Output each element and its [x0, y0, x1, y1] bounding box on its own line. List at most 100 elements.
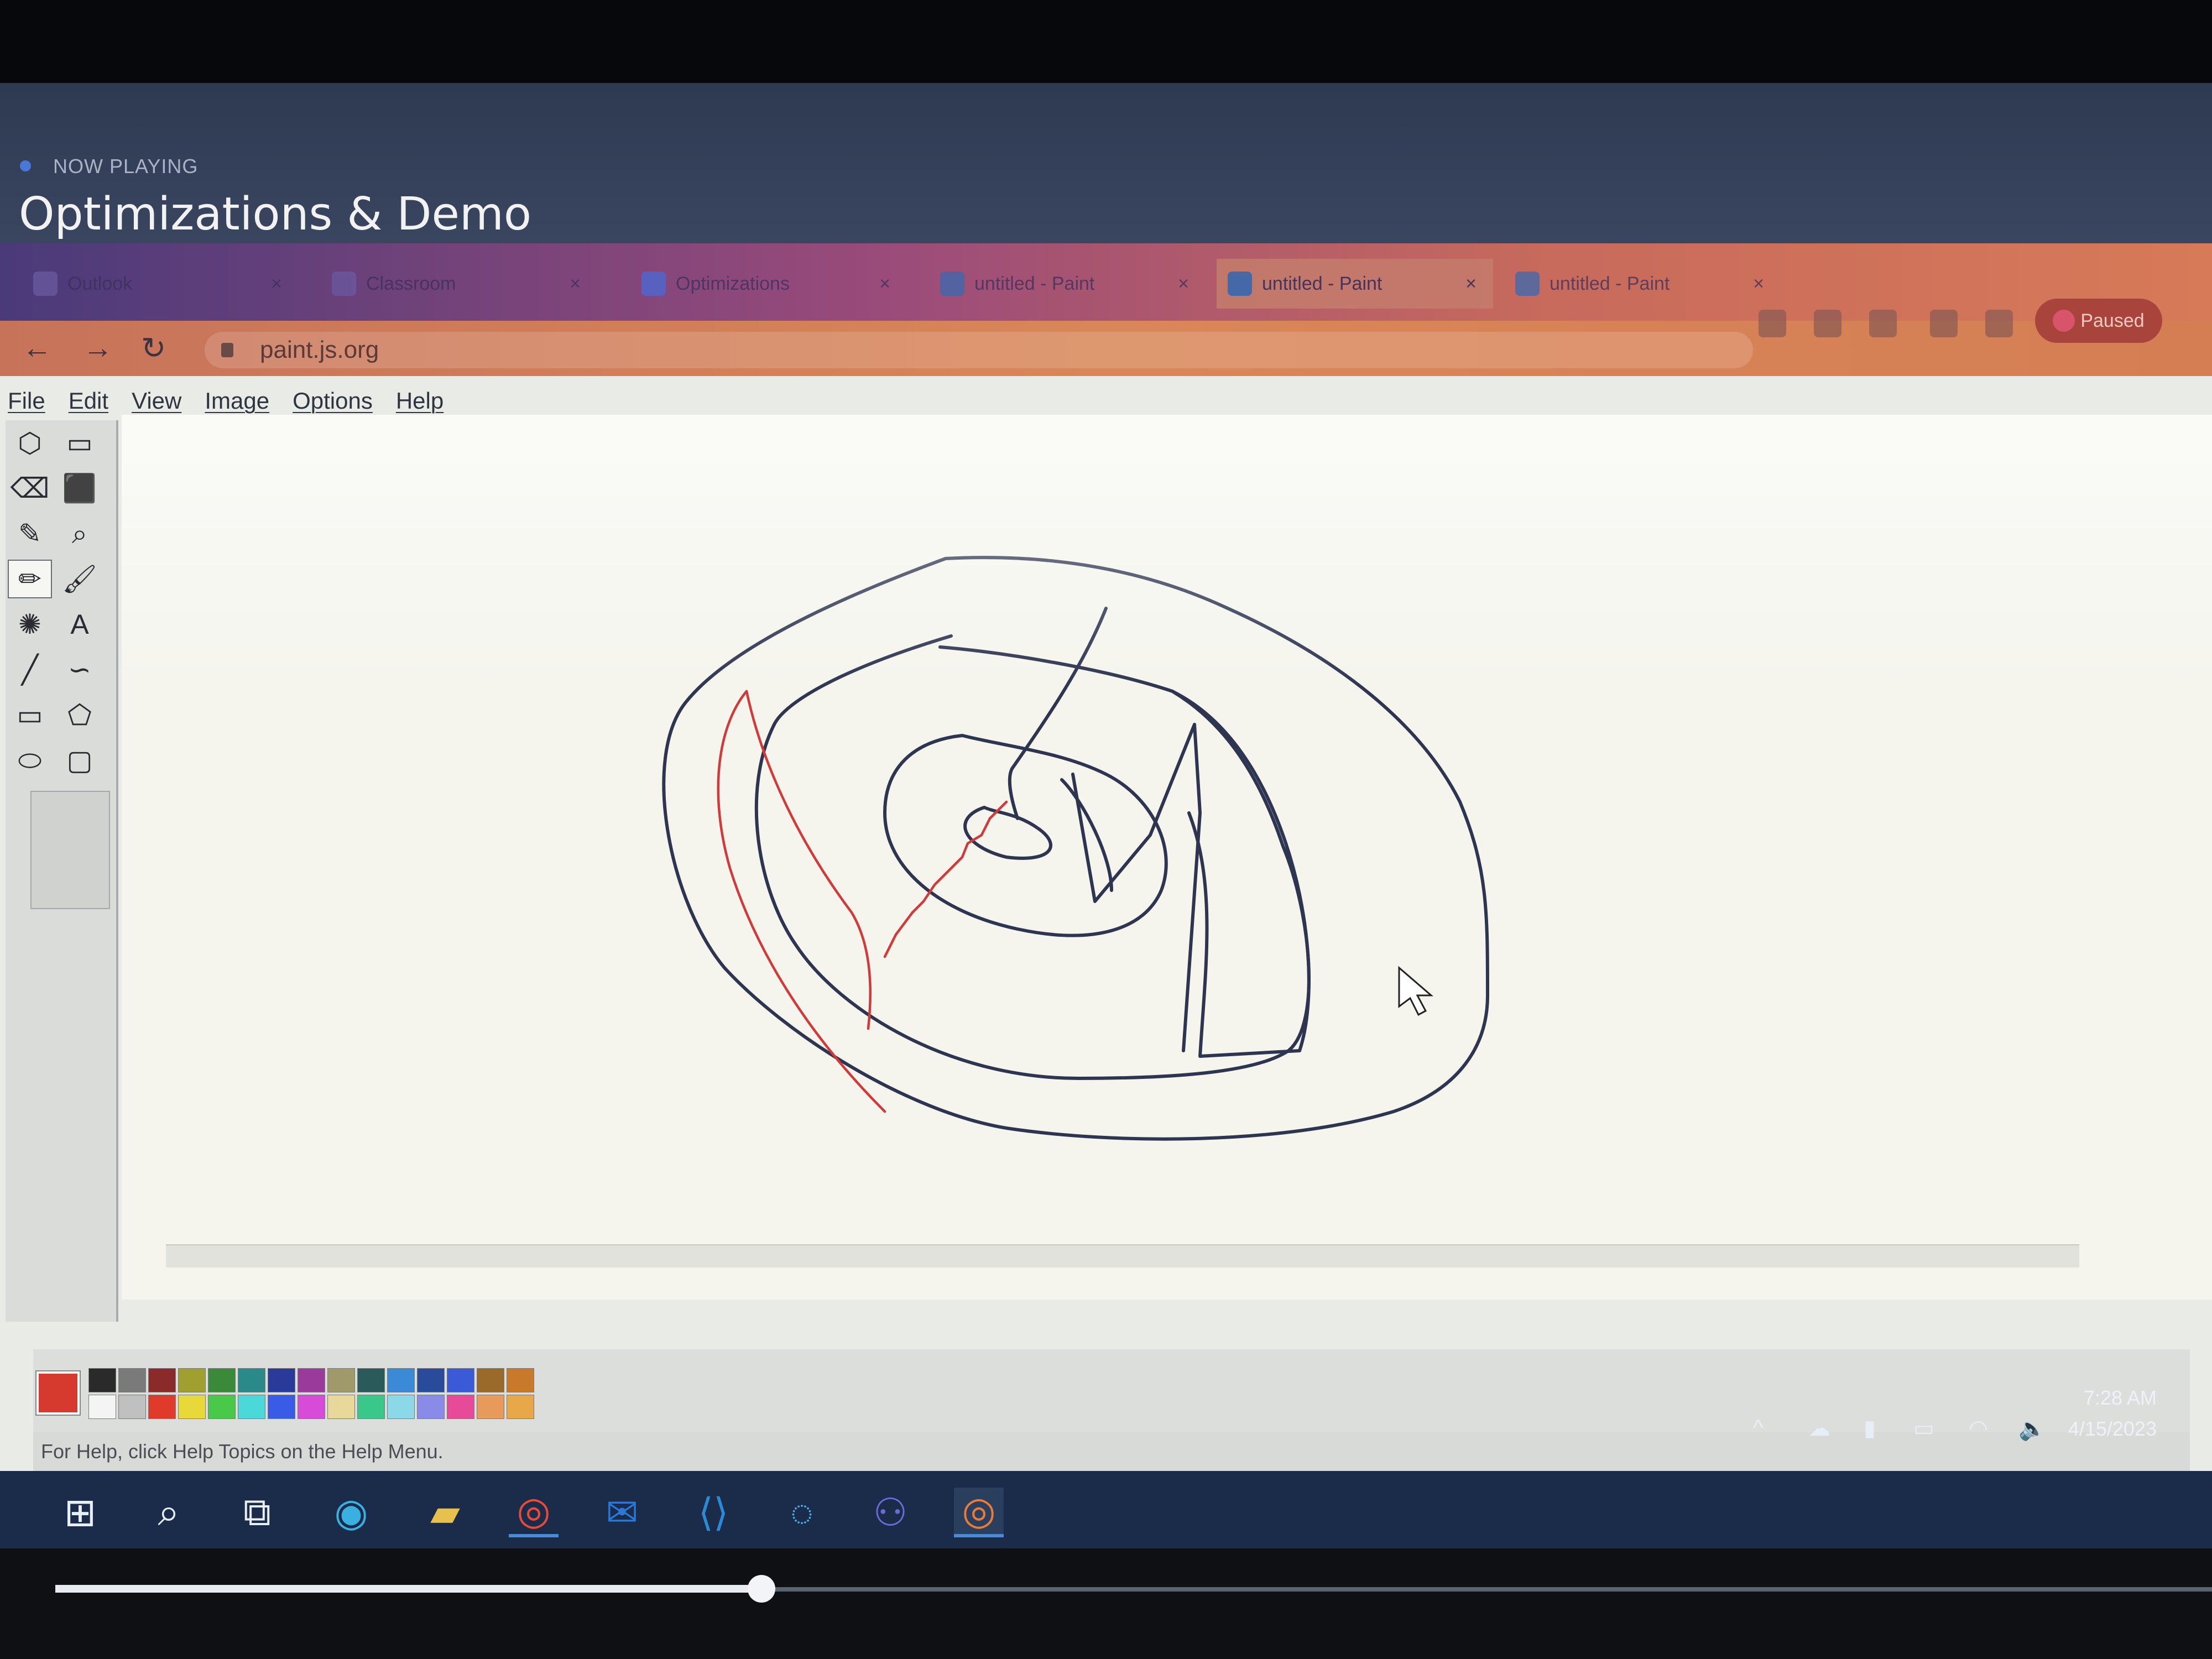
pencil-icon[interactable]: ✏ — [8, 560, 52, 598]
rounded-rectangle-icon[interactable]: ▢ — [58, 741, 102, 780]
palette-swatch[interactable] — [88, 1368, 116, 1392]
inner-v-stroke — [1060, 778, 1113, 892]
pick-color-icon[interactable]: ✎ — [8, 514, 52, 553]
palette-swatch[interactable] — [238, 1368, 265, 1392]
browser-tab[interactable]: untitled - Paint × — [1504, 259, 1781, 309]
task-view-icon[interactable]: ⧉ — [232, 1488, 282, 1537]
wifi-icon[interactable]: ◠ — [1969, 1416, 1988, 1441]
file-explorer-icon[interactable]: ▰ — [420, 1488, 470, 1537]
select-icon[interactable]: ▭ — [58, 424, 102, 462]
polygon-icon[interactable]: ⬠ — [58, 696, 102, 734]
menu-options[interactable]: Options — [293, 388, 373, 414]
text-icon[interactable]: A — [58, 605, 102, 644]
vscode-icon[interactable]: ⟨⟩ — [688, 1488, 738, 1537]
palette-swatch[interactable] — [148, 1368, 176, 1392]
chrome-icon[interactable]: ◎ — [509, 1488, 559, 1537]
browser-tab[interactable]: Outlook × — [22, 259, 299, 309]
palette-swatch[interactable] — [208, 1395, 236, 1419]
airbrush-icon[interactable]: ✺ — [8, 605, 52, 644]
close-icon[interactable]: × — [1178, 273, 1189, 295]
palette-swatch[interactable] — [357, 1368, 385, 1392]
tool-options-box[interactable] — [30, 791, 110, 909]
search-icon[interactable]: ⌕ — [144, 1488, 194, 1537]
ellipse-icon[interactable]: ⬭ — [8, 741, 52, 780]
reload-icon[interactable]: ↻ — [141, 331, 166, 366]
palette-swatch[interactable] — [268, 1395, 295, 1419]
palette-swatch[interactable] — [507, 1368, 534, 1392]
menu-edit[interactable]: Edit — [69, 388, 108, 414]
palette-swatch[interactable] — [417, 1368, 445, 1392]
horizontal-scrollbar[interactable] — [166, 1244, 2079, 1267]
cortana-icon[interactable]: ◌ — [777, 1488, 827, 1537]
outlook-icon[interactable]: ✉ — [597, 1488, 647, 1537]
edge-icon[interactable]: ◉ — [326, 1488, 376, 1537]
palette-swatch[interactable] — [148, 1395, 176, 1419]
free-form-select-icon[interactable]: ⬡ — [8, 424, 52, 462]
palette-swatch[interactable] — [357, 1395, 385, 1419]
palette-swatch[interactable] — [447, 1395, 474, 1419]
usb-icon[interactable]: ▮ — [1864, 1416, 1876, 1441]
windows-start-icon[interactable]: ⊞ — [55, 1488, 105, 1537]
show-hidden-icons-icon[interactable]: ^ — [1753, 1416, 1764, 1441]
rectangle-icon[interactable]: ▭ — [8, 696, 52, 734]
bookmark-icon[interactable] — [1814, 310, 1841, 337]
palette-swatch[interactable] — [387, 1368, 415, 1392]
palette-swatch[interactable] — [507, 1395, 534, 1419]
palette-swatch[interactable] — [417, 1395, 445, 1419]
chrome-profile-icon[interactable]: ◎ — [954, 1488, 1004, 1537]
palette-swatch[interactable] — [477, 1395, 504, 1419]
palette-swatch[interactable] — [238, 1395, 265, 1419]
extensions-icon[interactable] — [1930, 310, 1958, 337]
close-icon[interactable]: × — [879, 273, 890, 295]
browser-tab[interactable]: Optimizations × — [630, 259, 907, 309]
battery-icon[interactable]: ▭ — [1913, 1416, 1934, 1441]
palette-swatch[interactable] — [387, 1395, 415, 1419]
fill-icon[interactable]: ⬛ — [58, 469, 102, 508]
menu-file[interactable]: File — [8, 388, 45, 414]
primary-color-swatch[interactable] — [36, 1371, 80, 1415]
magnifier-icon[interactable]: ⌕ — [58, 514, 102, 553]
close-icon[interactable]: × — [271, 273, 282, 295]
star-icon[interactable] — [1869, 310, 1897, 337]
browser-tab[interactable]: untitled - Paint × — [929, 259, 1206, 309]
palette-swatch[interactable] — [118, 1368, 146, 1392]
palette-swatch[interactable] — [268, 1368, 295, 1392]
line-icon[interactable]: ╱ — [8, 650, 52, 689]
teams-icon[interactable]: ⚇ — [865, 1488, 915, 1537]
palette-swatch[interactable] — [327, 1368, 355, 1392]
palette-swatch[interactable] — [208, 1368, 236, 1392]
eraser-icon[interactable]: ⌫ — [8, 469, 52, 508]
seek-handle[interactable] — [748, 1575, 775, 1603]
tab-label: Classroom — [366, 273, 456, 294]
close-icon[interactable]: × — [1753, 273, 1764, 295]
onedrive-icon[interactable]: ☁ — [1808, 1416, 1830, 1441]
brush-icon[interactable]: 🖌 — [58, 560, 102, 598]
profile-paused-button[interactable]: Paused — [2035, 299, 2162, 343]
back-icon[interactable]: ← — [22, 331, 52, 365]
close-icon[interactable]: × — [570, 273, 581, 295]
share-icon[interactable] — [1759, 310, 1786, 337]
palette-swatch[interactable] — [447, 1368, 474, 1392]
palette-swatch[interactable] — [477, 1368, 504, 1392]
red-outer-stroke — [717, 690, 886, 1113]
forward-icon[interactable]: → — [83, 331, 113, 365]
menu-image[interactable]: Image — [205, 388, 269, 414]
palette-swatch[interactable] — [88, 1395, 116, 1419]
tab-label: untitled - Paint — [1262, 273, 1383, 294]
menu-help[interactable]: Help — [396, 388, 444, 414]
sidepanel-icon[interactable] — [1985, 310, 2013, 337]
tray-clock[interactable]: 7:28 AM 4/15/2023 — [2046, 1383, 2157, 1444]
palette-swatch[interactable] — [298, 1368, 325, 1392]
palette-swatch[interactable] — [178, 1395, 206, 1419]
browser-tab-active[interactable]: untitled - Paint × — [1217, 259, 1493, 309]
close-icon[interactable]: × — [1465, 273, 1477, 295]
palette-swatch[interactable] — [327, 1395, 355, 1419]
menu-view[interactable]: View — [132, 388, 181, 414]
browser-tab[interactable]: Classroom × — [321, 259, 597, 309]
curve-icon[interactable]: ∽ — [58, 650, 102, 689]
volume-icon[interactable]: 🔈 — [2018, 1416, 2046, 1442]
address-bar[interactable]: paint.js.org — [205, 332, 1753, 368]
palette-swatch[interactable] — [178, 1368, 206, 1392]
palette-swatch[interactable] — [298, 1395, 325, 1419]
palette-swatch[interactable] — [118, 1395, 146, 1419]
